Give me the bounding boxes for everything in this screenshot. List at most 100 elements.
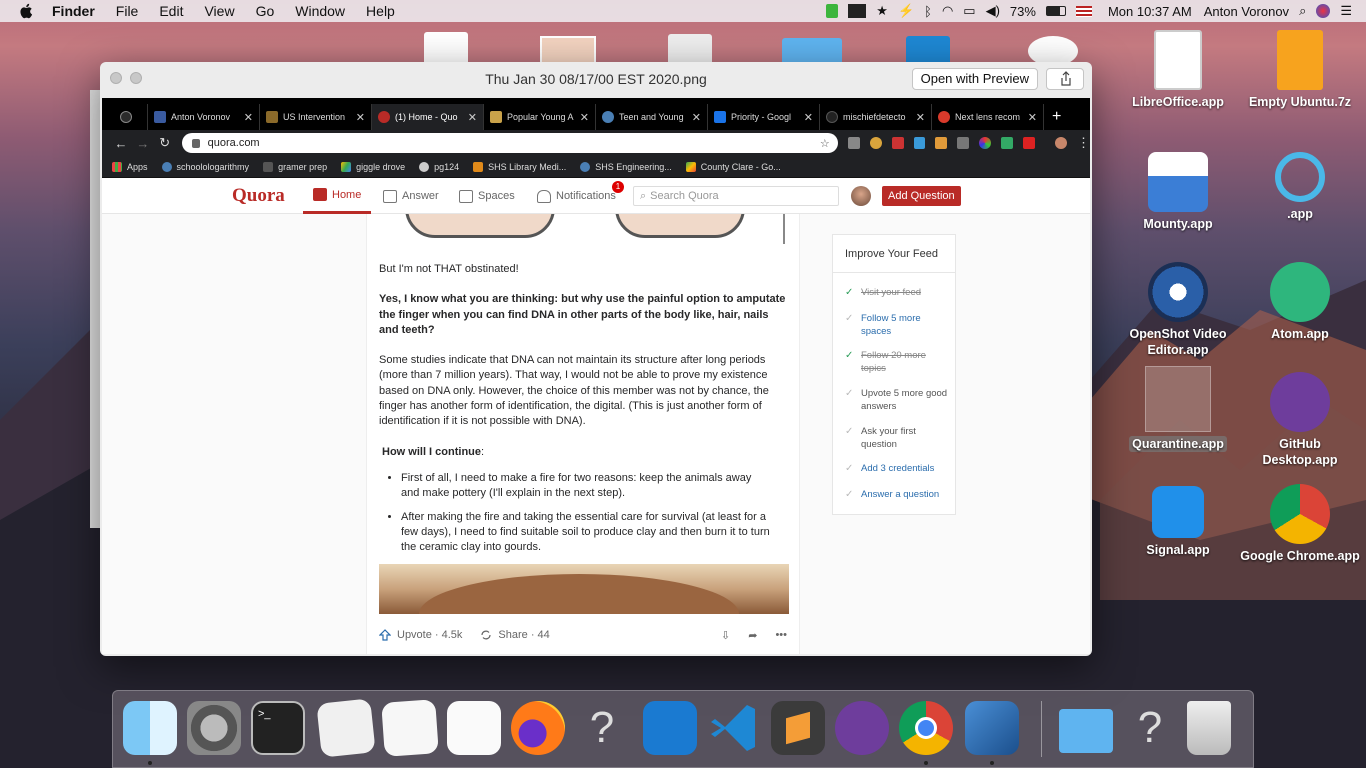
tab-close-icon[interactable]: ✕ [576,111,589,124]
dock-textedit-pro-icon[interactable] [381,699,439,757]
browser-tab-active[interactable]: (1) Home - Quo ✕ [372,104,484,130]
bookmark-item[interactable]: giggle drove [341,161,405,172]
open-with-preview-button[interactable]: Open with Preview [911,68,1038,90]
desktop-icon-github-desktop[interactable]: GitHub Desktop.app [1240,372,1360,468]
bookmark-star-icon[interactable]: ☆ [820,137,830,150]
nav-notifications[interactable]: Notifications [537,178,616,214]
minimize-button[interactable] [130,72,142,84]
desktop-icon-signal[interactable]: Signal.app [1118,486,1238,558]
browser-tab[interactable]: Anton Voronov ✕ [148,104,260,130]
user-avatar[interactable] [851,186,871,206]
tab-close-icon[interactable]: ✕ [912,111,925,124]
extension-icon[interactable] [1001,137,1014,149]
airplay-icon[interactable]: ▭ [963,3,975,19]
chrome-menu-icon[interactable]: ⋮ [1077,135,1090,151]
quora-logo[interactable]: Quora [232,185,285,207]
feed-item[interactable]: ✓ Follow 5 more spaces [845,312,951,338]
mounty-menu-icon[interactable] [848,4,867,18]
desktop-icon-atom[interactable]: Atom.app [1240,262,1360,342]
dock-system-preferences-icon[interactable] [187,701,241,755]
quora-search-input[interactable]: ⌕ Search Quora [633,186,839,206]
menu-go[interactable]: Go [256,3,275,19]
battery-percent[interactable]: 73% [1010,4,1036,19]
desktop-icon-quarantine[interactable]: Quarantine.app [1118,366,1238,452]
extension-icon[interactable] [891,137,904,149]
feed-item[interactable]: ✓ Follow 20 more topics [845,349,951,375]
feed-item[interactable]: ✓ Add 3 credentials [845,462,951,475]
profile-avatar[interactable] [1055,137,1067,149]
battery-icon[interactable] [1045,6,1066,16]
desktop-icon-app[interactable]: .app [1240,152,1360,222]
bookmark-item[interactable]: schoolologarithmy [161,161,249,172]
browser-tab[interactable]: Popular Young A ✕ [484,104,596,130]
nav-spaces[interactable]: Spaces [459,178,515,214]
feed-item[interactable]: ✓ Answer a question [845,488,951,501]
tab-close-icon[interactable]: ✕ [240,111,253,124]
dock-textedit-icon[interactable] [447,701,501,755]
bookmark-apps[interactable]: Apps [112,161,148,172]
dock-unknown-app-icon[interactable]: ? [1123,701,1177,755]
bookmark-item[interactable]: SHS Engineering... [580,161,672,172]
dock-github-desktop-icon[interactable] [835,701,889,755]
dock-unknown-app-icon[interactable]: ? [575,701,629,755]
status-green-icon[interactable] [826,4,839,18]
dock-sublime-icon[interactable] [771,701,825,755]
desktop-icon-google-chrome[interactable]: Google Chrome.app [1240,484,1360,564]
tab-close-icon[interactable]: ✕ [352,111,365,124]
siri-icon[interactable] [1316,4,1331,18]
extension-icon[interactable] [979,137,992,149]
dock-terminal-icon[interactable]: >_ [251,701,305,755]
share-button[interactable] [1046,68,1084,90]
notification-center-icon[interactable]: ☰ [1340,3,1352,19]
add-question-button[interactable]: Add Question [882,186,961,206]
browser-tab[interactable]: Teen and Young ✕ [596,104,708,130]
dock-trash-icon[interactable] [1187,701,1231,755]
volume-icon[interactable]: ◀) [986,3,1000,19]
extension-icon[interactable] [869,137,882,149]
extension-icon[interactable] [847,137,860,149]
wifi-icon[interactable]: ◠ [942,3,953,19]
nav-home[interactable]: Home [303,178,372,214]
apple-menu-icon[interactable] [18,2,36,20]
extension-icon[interactable] [935,137,948,149]
desktop-icon-libreoffice[interactable]: LibreOffice.app [1118,30,1238,110]
bookmark-item[interactable]: gramer prep [263,161,327,172]
feed-item[interactable]: ✓ Upvote 5 more good answers [845,387,951,413]
browser-tab[interactable]: Next lens recom ✕ [932,104,1044,130]
tab-close-icon[interactable]: ✕ [464,111,477,124]
desktop-icon-empty-ubuntu[interactable]: Empty Ubuntu.7z [1240,30,1360,110]
tab-close-icon[interactable]: ✕ [1024,111,1037,124]
more-options-icon[interactable]: ••• [775,629,787,641]
address-bar[interactable]: quora.com ☆ [181,133,838,153]
extension-icon[interactable] [957,137,970,149]
menu-edit[interactable]: Edit [159,3,183,19]
menu-app-name[interactable]: Finder [52,3,95,19]
browser-tab[interactable] [114,104,148,130]
back-arrow-icon[interactable]: ← [110,136,132,151]
extension-icon[interactable] [1023,137,1036,149]
window-titlebar[interactable]: Thu Jan 30 08/17/00 EST 2020.png Open wi… [100,62,1092,96]
flag-us-icon[interactable] [1075,5,1092,17]
close-button[interactable] [110,72,122,84]
browser-tab[interactable]: mischiefdetecto ✕ [820,104,932,130]
bookmark-item[interactable]: pg124 [419,161,459,172]
reload-icon[interactable]: ↻ [154,135,176,151]
desktop-icon-openshot[interactable]: OpenShot Video Editor.app [1118,262,1238,358]
extension-icon[interactable] [913,137,926,149]
menu-clock[interactable]: Mon 10:37 AM [1108,4,1192,19]
dock-chrome-icon[interactable] [899,701,953,755]
tab-close-icon[interactable]: ✕ [800,111,813,124]
menu-user[interactable]: Anton Voronov [1204,4,1289,19]
feed-item[interactable]: ✓ Visit your feed [845,286,951,299]
forward-share-icon[interactable]: ➦ [748,629,757,642]
nav-answer[interactable]: Answer [383,178,439,214]
menu-view[interactable]: View [204,3,234,19]
dock-vscode-alt-icon[interactable] [643,701,697,755]
dock-folder-icon[interactable] [1059,709,1113,753]
browser-tab[interactable]: Priority - Googl ✕ [708,104,820,130]
new-tab-button[interactable]: + [1052,108,1061,126]
dock-finder-icon[interactable] [123,701,177,755]
bolt-icon[interactable]: ⚡ [898,3,914,19]
dock-firefox-icon[interactable] [511,701,565,755]
downvote-icon[interactable]: ⇩ [721,629,730,642]
